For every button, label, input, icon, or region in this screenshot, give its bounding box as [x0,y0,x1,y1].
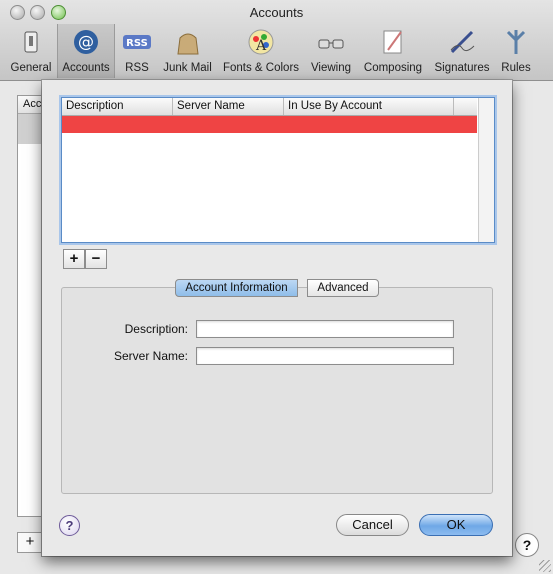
toolbar-signatures[interactable]: Signatures [431,24,493,78]
toolbar-label: RSS [125,62,149,74]
toolbar-label: Fonts & Colors [222,62,300,74]
toolbar-label: General [10,62,52,74]
toolbar-composing[interactable]: Composing [359,24,427,78]
glasses-icon [318,39,344,49]
table-scrollbar[interactable] [478,98,494,242]
toolbar-general[interactable]: General [8,24,54,78]
junk-bag-icon [176,33,199,55]
tab-account-information[interactable]: Account Information [175,279,298,297]
add-server-button[interactable]: + [63,249,85,269]
help-button-background[interactable]: ? [515,533,539,557]
rss-icon: RSS [123,35,151,49]
toolbar-viewing[interactable]: Viewing [307,24,355,78]
svg-text:A: A [255,38,267,54]
toolbar-accounts[interactable]: @ Accounts [57,24,115,78]
resize-grip[interactable] [539,560,551,572]
toolbar-fonts-colors[interactable]: A Fonts & Colors [219,24,303,78]
svg-text:RSS: RSS [126,38,148,49]
column-header-description[interactable]: Description [62,98,173,115]
toolbar-rules[interactable]: Rules [497,24,535,78]
window-title: Accounts [249,5,304,20]
description-label: Description: [124,322,188,336]
table-header: Description Server Name In Use By Accoun… [62,98,477,116]
pencil-paper-icon [383,30,402,54]
toolbar-label: Composing [363,62,423,74]
remove-server-button[interactable]: − [85,249,107,269]
preferences-window: Accounts General @ Accounts RSS RSS Junk… [0,0,553,574]
palette-icon: A [248,29,274,55]
toolbar-label: Rules [501,62,531,74]
ok-button[interactable]: OK [419,514,493,536]
switch-icon [24,31,38,53]
toolbar-label: Signatures [434,62,490,74]
server-name-label: Server Name: [113,349,188,363]
add-account-button[interactable]: + [17,532,43,553]
description-field[interactable] [196,320,454,338]
server-name-field[interactable] [196,347,454,365]
tab-advanced[interactable]: Advanced [307,279,379,297]
cancel-button[interactable]: Cancel [336,514,409,536]
help-button[interactable]: ? [59,515,80,536]
toolbar-rss[interactable]: RSS RSS [119,24,155,78]
at-sign-icon: @ [74,30,98,54]
smtp-server-table[interactable]: Description Server Name In Use By Accoun… [61,97,495,243]
rules-icon [506,30,526,54]
svg-text:@: @ [78,32,94,51]
column-header-server-name[interactable]: Server Name [173,98,284,115]
title-bar: Accounts General @ Accounts RSS RSS Junk… [0,0,553,81]
toolbar-label: Accounts [62,62,110,74]
smtp-server-list-sheet: Description Server Name In Use By Accoun… [42,80,512,556]
server-settings-box [61,287,493,494]
table-row[interactable] [62,116,477,133]
toolbar-label: Viewing [310,62,352,74]
pen-icon [450,30,475,54]
toolbar-label: Junk Mail [163,62,212,74]
column-header-in-use-by-account[interactable]: In Use By Account [284,98,454,115]
toolbar-junk-mail[interactable]: Junk Mail [160,24,215,78]
